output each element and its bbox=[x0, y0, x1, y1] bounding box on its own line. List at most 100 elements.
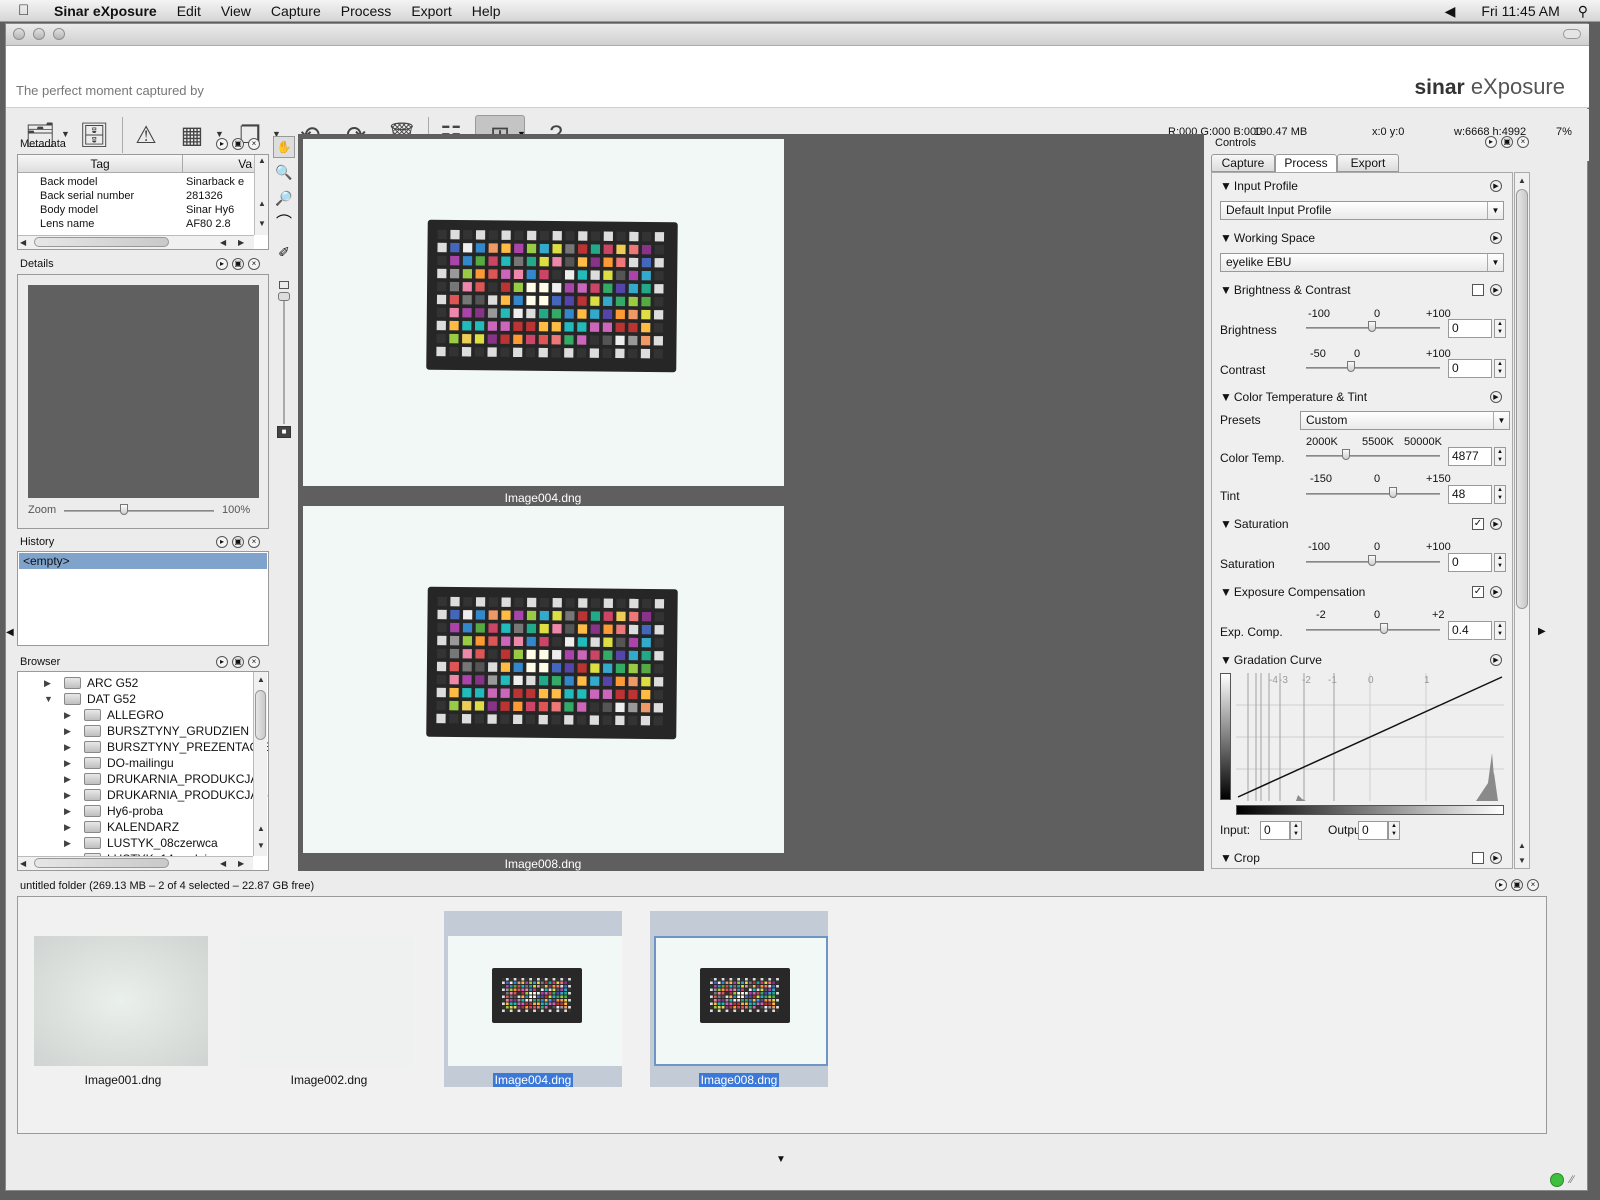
color-temp-slider[interactable] bbox=[1306, 455, 1440, 457]
exposure-input[interactable]: 0.4 bbox=[1448, 621, 1492, 640]
menu-export[interactable]: Export bbox=[401, 3, 461, 19]
thumbnail-caption[interactable]: Image001.dng bbox=[83, 1073, 164, 1087]
working-space-section[interactable]: ▼ Working Space ▶ bbox=[1220, 229, 1502, 247]
section-menu-icon[interactable]: ▶ bbox=[1490, 284, 1502, 296]
disclosure-open-icon[interactable]: ▼ bbox=[1220, 851, 1232, 865]
panel-close-icon[interactable]: × bbox=[248, 138, 260, 150]
color-temp-section[interactable]: ▼ Color Temperature & Tint ▶ bbox=[1220, 388, 1502, 406]
browser-folder-item[interactable]: ▶ DRUKARNIA_PRODUKCJA bbox=[64, 771, 258, 787]
hand-tool-icon[interactable]: ✋ bbox=[273, 136, 295, 158]
panel-detach-icon[interactable]: ▣ bbox=[232, 258, 244, 270]
working-space-select[interactable]: eyelike EBU ▼ bbox=[1220, 253, 1504, 272]
preview-image-2[interactable] bbox=[303, 506, 784, 853]
eyedropper-tool-icon[interactable]: ✐ bbox=[273, 242, 295, 264]
close-window-button[interactable] bbox=[13, 28, 25, 40]
browser-folder-item[interactable]: ▶ BURSZTYNY_GRUDZIEN bbox=[64, 723, 249, 739]
resize-grip-icon[interactable]: ∕∕ bbox=[1570, 1174, 1574, 1186]
menu-help[interactable]: Help bbox=[462, 3, 511, 19]
menu-clock[interactable]: Fri 11:45 AM bbox=[1481, 3, 1559, 19]
history-item[interactable]: <empty> bbox=[19, 553, 267, 569]
viewer-zoom-knob[interactable] bbox=[278, 292, 290, 301]
disclosure-closed-icon[interactable]: ▶ bbox=[64, 838, 74, 849]
thumbnail-image[interactable] bbox=[448, 936, 622, 1066]
disclosure-closed-icon[interactable]: ▶ bbox=[64, 758, 74, 769]
saturation-section[interactable]: ▼ Saturation ✓ ▶ bbox=[1220, 515, 1502, 533]
menu-process[interactable]: Process bbox=[331, 3, 402, 19]
menu-edit[interactable]: Edit bbox=[167, 3, 211, 19]
thumbnail-caption[interactable]: Image008.dng bbox=[698, 1073, 780, 1087]
zoom-tool-icon[interactable]: 🔍 bbox=[273, 162, 295, 184]
metadata-row[interactable]: Back serial number 281326 bbox=[18, 190, 254, 204]
browser-folder-item[interactable]: ▶ KALENDARZ bbox=[64, 819, 179, 835]
column-header-tag[interactable]: Tag bbox=[18, 155, 183, 173]
brightness-knob[interactable] bbox=[1368, 321, 1376, 332]
tab-process[interactable]: Process bbox=[1275, 154, 1337, 173]
saturation-enable-checkbox[interactable]: ✓ bbox=[1472, 518, 1484, 530]
toolbar-toggle-button[interactable] bbox=[1563, 29, 1581, 39]
saturation-input[interactable]: 0 bbox=[1448, 553, 1492, 572]
disclosure-closed-icon[interactable]: ▶ bbox=[64, 710, 74, 721]
section-menu-icon[interactable]: ▶ bbox=[1490, 232, 1502, 244]
panel-detach-icon[interactable]: ▣ bbox=[1501, 136, 1513, 148]
disclosure-open-icon[interactable]: ▼ bbox=[1220, 585, 1232, 599]
browser-folder-item[interactable]: ▶ ARC G52 bbox=[44, 675, 138, 691]
disclosure-closed-icon[interactable]: ▶ bbox=[64, 774, 74, 785]
section-menu-icon[interactable]: ▶ bbox=[1490, 654, 1502, 666]
panel-close-icon[interactable]: × bbox=[1527, 879, 1539, 891]
gradation-curve-graph[interactable]: -4 -3 -2 -1 0 1 bbox=[1236, 673, 1504, 801]
brightness-contrast-section[interactable]: ▼ Brightness & Contrast ▶ bbox=[1220, 281, 1502, 299]
preview-image-1[interactable] bbox=[303, 139, 784, 486]
tab-capture[interactable]: Capture bbox=[1211, 154, 1275, 172]
curve-output-stepper[interactable]: ▲ ▼ bbox=[1388, 821, 1400, 840]
exposure-comp-section[interactable]: ▼ Exposure Compensation ✓ ▶ bbox=[1220, 583, 1502, 601]
gradation-curve-section[interactable]: ▼ Gradation Curve ▶ bbox=[1220, 651, 1502, 669]
controls-scrollbar[interactable]: ▲ ▲ ▼ bbox=[1514, 172, 1530, 869]
thumbnail-item-selected[interactable]: Image008.dng bbox=[650, 911, 828, 1087]
filmstrip-collapse-arrow[interactable]: ▼ bbox=[776, 1154, 786, 1165]
disclosure-open-icon[interactable]: ▼ bbox=[1220, 390, 1232, 404]
contrast-stepper[interactable]: ▲ ▼ bbox=[1494, 359, 1506, 378]
exposure-warning-icon[interactable]: ⚠ bbox=[126, 115, 166, 155]
browser-folder-item[interactable]: ▶ LUSTYK_08czerwca bbox=[64, 835, 218, 851]
panel-menu-icon[interactable]: ▸ bbox=[1485, 136, 1497, 148]
curve-input-stepper[interactable]: ▲ ▼ bbox=[1290, 821, 1302, 840]
panel-close-icon[interactable]: × bbox=[1517, 136, 1529, 148]
metadata-vertical-scrollbar[interactable]: ▲ ▲ ▼ bbox=[254, 155, 268, 235]
exposure-knob[interactable] bbox=[1380, 623, 1388, 634]
panel-menu-icon[interactable]: ▸ bbox=[216, 536, 228, 548]
thumbnail-caption[interactable]: Image004.dng bbox=[492, 1073, 574, 1087]
contrast-input[interactable]: 0 bbox=[1448, 359, 1492, 378]
brightness-input[interactable]: 0 bbox=[1448, 319, 1492, 338]
color-temp-stepper[interactable]: ▲ ▼ bbox=[1494, 447, 1506, 466]
exposure-slider[interactable] bbox=[1306, 629, 1440, 631]
thumbnail-item-selected[interactable]: Image004.dng bbox=[444, 911, 622, 1087]
panel-close-icon[interactable]: × bbox=[248, 536, 260, 548]
crop-enable-checkbox[interactable] bbox=[1472, 852, 1484, 864]
input-profile-select[interactable]: Default Input Profile ▼ bbox=[1220, 201, 1504, 220]
brightness-stepper[interactable]: ▲ ▼ bbox=[1494, 319, 1506, 338]
zoom-window-button[interactable] bbox=[53, 28, 65, 40]
crop-tool-icon[interactable]: ⌒ bbox=[273, 214, 295, 236]
metadata-row[interactable]: Back model Sinarback e bbox=[18, 176, 254, 190]
tint-knob[interactable] bbox=[1389, 487, 1397, 498]
disclosure-closed-icon[interactable]: ▶ bbox=[64, 806, 74, 817]
viewer-zoom-slider[interactable] bbox=[283, 294, 285, 424]
panel-close-icon[interactable]: × bbox=[248, 258, 260, 270]
contrast-knob[interactable] bbox=[1347, 361, 1355, 372]
browser-folder-item[interactable]: ▶ ALLEGRO bbox=[64, 707, 164, 723]
panel-detach-icon[interactable]: ▣ bbox=[232, 536, 244, 548]
metadata-row[interactable]: Body model Sinar Hy6 bbox=[18, 204, 254, 218]
disclosure-closed-icon[interactable]: ▶ bbox=[64, 742, 74, 753]
saturation-knob[interactable] bbox=[1368, 555, 1376, 566]
metadata-horizontal-scrollbar[interactable]: ◀ ◀ ▶ bbox=[18, 235, 254, 249]
minimize-window-button[interactable] bbox=[33, 28, 45, 40]
browser-folder-item[interactable]: ▶ DRUKARNIA_PRODUKCJA pr bbox=[64, 787, 268, 803]
tint-stepper[interactable]: ▲ ▼ bbox=[1494, 485, 1506, 504]
disclosure-open-icon[interactable]: ▼ bbox=[1220, 231, 1232, 245]
browser-vertical-scrollbar[interactable]: ▲ ▲ ▼ bbox=[253, 672, 267, 856]
menu-view[interactable]: View bbox=[211, 3, 261, 19]
tint-slider[interactable] bbox=[1306, 493, 1440, 495]
column-header-value[interactable]: Va bbox=[183, 155, 255, 173]
thumbnail-image[interactable] bbox=[654, 936, 828, 1066]
section-menu-icon[interactable]: ▶ bbox=[1490, 180, 1502, 192]
